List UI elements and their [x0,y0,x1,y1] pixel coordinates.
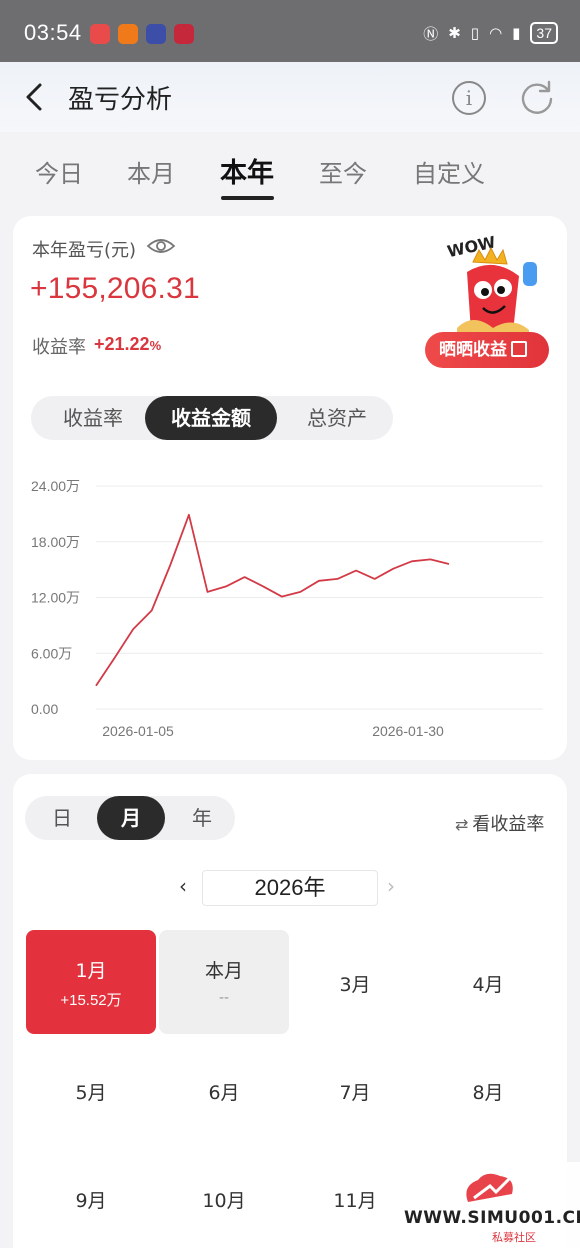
y-tick-label: 0.00 [31,701,58,717]
vibrate-icon: ▯ [470,24,480,42]
info-icon[interactable]: i [452,81,486,115]
period-tabs: 今日 本月 本年 至今 自定义 [0,148,580,203]
share-profit-label: 晒晒收益 [439,340,507,360]
tab-this-month[interactable]: 本月 [127,154,175,189]
series-line [95,513,450,687]
bluetooth-icon: ✱ [448,24,461,42]
refresh-icon[interactable] [518,78,556,116]
x-tick-label: 2026-01-05 [102,723,174,739]
page-title: 盈亏分析 [68,85,173,115]
system-icons: Ⓝ ✱ ▯ ◠ ▮ 37 [423,22,558,44]
status-time: 03:54 [24,20,82,45]
back-arrow-icon[interactable] [22,80,48,114]
month-cell-jun[interactable]: 6月 [159,1038,289,1142]
signal-icon: ▮ [512,24,521,42]
external-link-icon [511,341,527,357]
month-label: 3月 [339,974,371,996]
segment-return-rate[interactable]: 收益率 [37,396,149,440]
month-label: 10月 [202,1190,246,1212]
segment-total-assets[interactable]: 总资产 [281,396,393,440]
profit-line-chart: 24.00万 18.00万 12.00万 6.00万 0.00 2026-01-05 202… [31,478,543,739]
segment-year[interactable]: 年 [171,796,233,840]
month-cell-sep[interactable]: 9月 [26,1146,156,1248]
watermark-logo-icon [466,1173,513,1202]
segment-day[interactable]: 日 [31,796,93,840]
granularity-selector: 日 月 年 [25,796,235,840]
view-return-rate-label: 看收益率 [472,814,545,835]
month-cell-oct[interactable]: 10月 [159,1146,289,1248]
month-label: 5月 [75,1082,107,1104]
month-cell-current[interactable]: 本月 -- [159,930,289,1034]
segment-profit-amount[interactable]: 收益金额 [145,396,277,440]
previous-year-icon[interactable]: ‹ [179,874,187,898]
rate-number: +21.22 [94,334,150,354]
rate-value: +21.22% [94,334,161,355]
summary-card: 本年盈亏(元) +155,206.31 收益率 +21.22% WOW 晒晒收益… [13,216,567,760]
tab-this-year[interactable]: 本年 [220,151,274,190]
month-label: 4月 [472,974,504,996]
month-label: 6月 [208,1082,240,1104]
tab-underline [221,196,274,200]
month-label: 7月 [339,1082,371,1104]
month-cell-aug[interactable]: 8月 [423,1038,553,1142]
watermark-subtext: 私募社区 [492,1231,536,1244]
profit-label: 本年盈亏(元) [32,240,137,261]
y-tick-label: 18.00万 [31,534,80,550]
orange-app-icon [118,24,138,44]
month-profit: -- [219,989,229,1006]
month-profit: +15.52万 [60,992,122,1009]
swap-icon: ⇄ [455,815,469,834]
month-cell-jan[interactable]: 1月 +15.52万 [26,930,156,1034]
year-selector[interactable]: 2026年 [202,870,378,906]
watermark-text: WWW.SIMU001.CN [404,1208,580,1228]
bank-app-icon [174,24,194,44]
status-bar: 03:54 Ⓝ ✱ ▯ ◠ ▮ 37 [0,0,580,62]
eye-icon[interactable] [146,236,176,256]
share-profit-button[interactable]: 晒晒收益 [425,332,549,368]
nfc-icon: Ⓝ [423,24,439,43]
month-cell-may[interactable]: 5月 [26,1038,156,1142]
notification-icons [90,24,194,44]
sticker-app-icon [146,24,166,44]
tab-custom[interactable]: 自定义 [413,154,485,189]
month-label: 1月 [75,960,107,982]
rate-unit: % [149,338,162,353]
month-cell-mar[interactable]: 3月 [290,930,420,1034]
month-label: 本月 [204,960,243,982]
y-tick-label: 6.00万 [31,645,72,661]
profit-value: +155,206.31 [30,272,200,305]
battery-icon: 37 [530,22,558,44]
wifi-icon: ◠ [489,24,503,42]
watermark: WWW.SIMU001.CN 私募社区 [400,1162,580,1248]
tab-today[interactable]: 今日 [35,154,83,189]
shopping-app-icon [90,24,110,44]
next-year-icon[interactable]: › [387,874,395,898]
chart-metric-selector: 收益率 收益金额 总资产 [31,396,393,440]
month-label: 8月 [472,1082,504,1104]
tab-to-date[interactable]: 至今 [319,154,367,189]
header: 盈亏分析 i [0,62,580,132]
segment-month[interactable]: 月 [97,796,165,840]
rate-label: 收益率 [32,337,86,358]
y-tick-label: 12.00万 [31,590,80,606]
view-return-rate-toggle[interactable]: ⇄ 看收益率 [455,810,544,836]
x-tick-label: 2026-01-30 [372,723,444,739]
month-cell-apr[interactable]: 4月 [423,930,553,1034]
month-cell-jul[interactable]: 7月 [290,1038,420,1142]
month-label: 9月 [75,1190,107,1212]
y-tick-label: 24.00万 [31,478,80,494]
